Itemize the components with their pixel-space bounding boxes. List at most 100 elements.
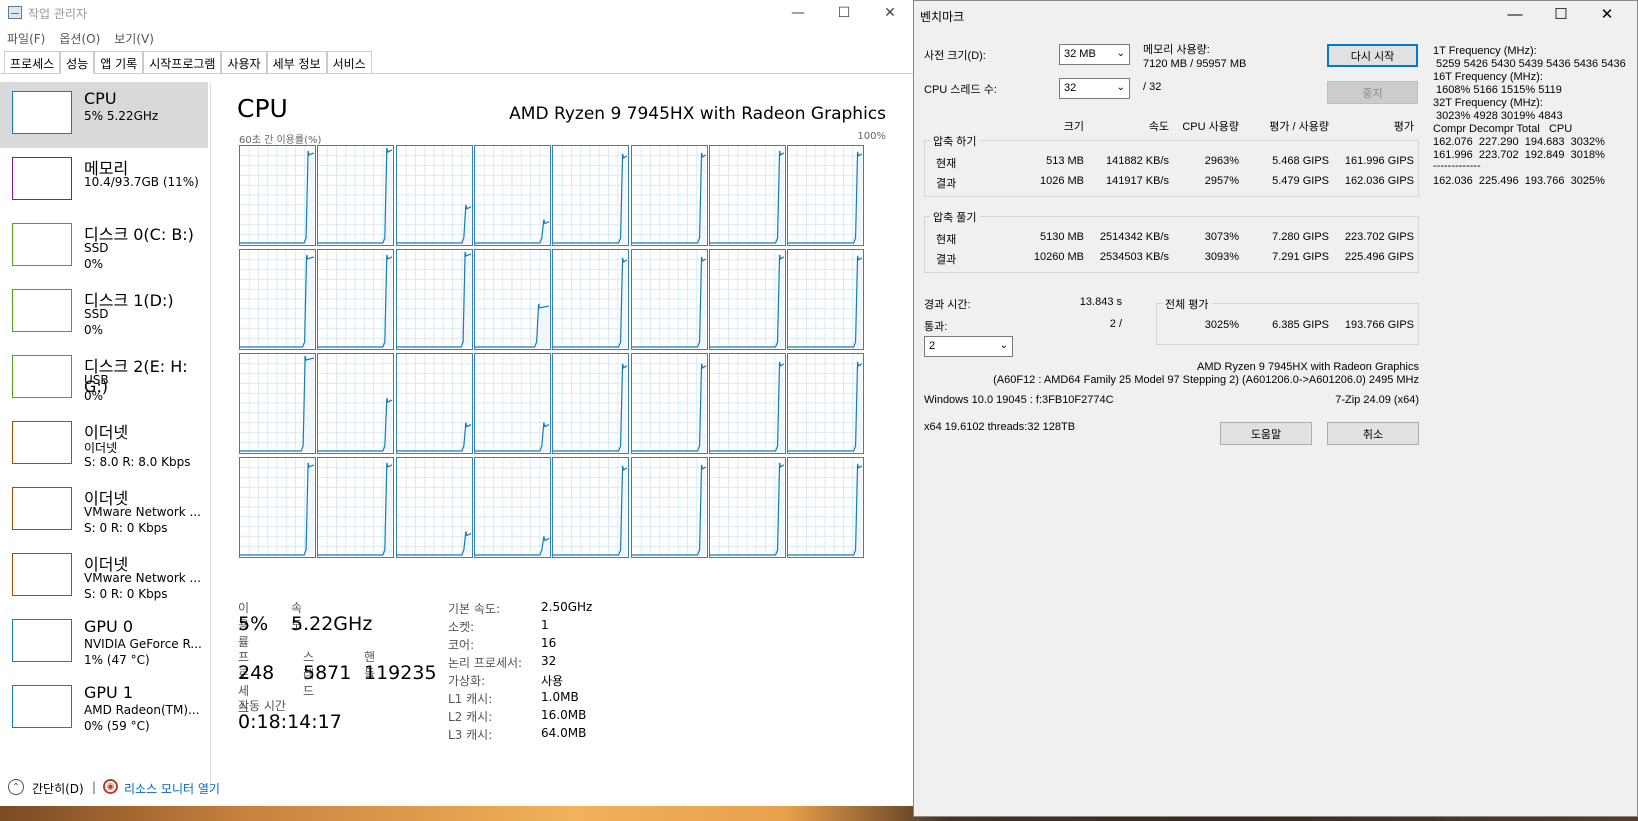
window-title: 벤치마크 bbox=[920, 10, 965, 24]
cpu-usage-chart bbox=[474, 250, 550, 348]
logical-processor-grid bbox=[239, 145, 891, 560]
logical-processor-graph bbox=[708, 353, 786, 454]
cpu-usage-chart bbox=[631, 146, 706, 244]
logical-processor-graph bbox=[552, 249, 630, 350]
sidebar-item[interactable]: 메모리 10.4/93.7GB (11%) bbox=[0, 148, 208, 214]
spec-label: 소켓: bbox=[448, 620, 475, 634]
sidebar-item[interactable]: GPU 0 NVIDIA GeForce R... 1% (47 °C) bbox=[0, 610, 208, 676]
frequency-line: 5259 5426 5430 5439 5436 5436 5436 bbox=[1433, 58, 1626, 70]
maximize-icon[interactable]: ☐ bbox=[821, 0, 867, 26]
maximize-icon[interactable]: ☐ bbox=[1538, 1, 1584, 27]
cpu-usage-chart bbox=[240, 146, 315, 244]
title-bar[interactable]: 작업 관리자 — ☐ ✕ bbox=[0, 0, 914, 26]
close-icon[interactable]: ✕ bbox=[1584, 1, 1630, 27]
cpu-threads-select[interactable]: 32 ⌄ bbox=[1059, 78, 1130, 99]
cpu-usage-chart bbox=[709, 250, 785, 348]
fewer-details-link[interactable]: 간단히(D) bbox=[32, 780, 84, 797]
resource-monitor-link[interactable]: 리소스 모니터 열기 bbox=[124, 780, 220, 797]
menu-options[interactable]: 옵션(O) bbox=[52, 27, 107, 47]
chart-axis-max: 100% bbox=[857, 131, 886, 142]
tab-performance[interactable]: 성능 bbox=[60, 51, 95, 74]
logical-processor-graph bbox=[708, 249, 786, 350]
zip-version: 7-Zip 24.09 (x64) bbox=[1335, 394, 1419, 406]
stop-button[interactable]: 중지 bbox=[1327, 81, 1418, 104]
cpu-usage-chart bbox=[396, 146, 471, 244]
tab-app-history[interactable]: 앱 기록 bbox=[94, 51, 144, 73]
sidebar-item[interactable]: 이더넷 VMware Network ... S: 0 R: 0 Kbps bbox=[0, 478, 208, 544]
tab-users[interactable]: 사용자 bbox=[221, 51, 267, 73]
logical-processor-graph bbox=[708, 457, 786, 558]
sidebar-item[interactable]: 디스크 2(E: H: G:) USB 0% bbox=[0, 346, 208, 412]
passes-value: 2 / bbox=[1109, 318, 1122, 330]
result-rating: 223.702 GIPS bbox=[1344, 231, 1414, 243]
sidebar-item[interactable]: 이더넷 이더넷 S: 8.0 R: 8.0 Kbps bbox=[0, 412, 208, 478]
logical-processor-graph bbox=[473, 457, 551, 558]
sidebar-item[interactable]: 이더넷 VMware Network ... S: 0 R: 0 Kbps bbox=[0, 544, 208, 610]
passes-select[interactable]: 2 ⌄ bbox=[924, 336, 1013, 357]
logical-processor-graph bbox=[630, 353, 708, 454]
sidebar-item-detail: SSD bbox=[84, 241, 109, 255]
chart-axis-label: 60초 간 이용률(%) bbox=[239, 135, 322, 146]
cpu-usage-chart bbox=[396, 354, 471, 452]
sidebar-item[interactable]: 디스크 1(D:) SSD 0% bbox=[0, 280, 208, 346]
logical-processor-graph bbox=[552, 145, 630, 246]
tab-startup[interactable]: 시작프로그램 bbox=[143, 51, 222, 73]
logical-processor-graph bbox=[552, 457, 630, 558]
logical-processor-graph bbox=[317, 353, 395, 454]
sidebar-thumbnail bbox=[12, 223, 72, 266]
result-rating: 225.496 GIPS bbox=[1344, 251, 1414, 263]
spec-row: L1 캐시: 1.0MB bbox=[448, 690, 592, 708]
resource-monitor-icon[interactable]: ◉ bbox=[103, 779, 118, 794]
spec-value: 64.0MB bbox=[541, 726, 587, 740]
cpu-usage-chart bbox=[318, 250, 393, 348]
spec-label: L3 캐시: bbox=[448, 728, 493, 742]
dictionary-size-select[interactable]: 32 MB ⌄ bbox=[1059, 44, 1130, 65]
sidebar-item-detail: 10.4/93.7GB (11%) bbox=[84, 175, 199, 189]
sidebar-thumbnail bbox=[12, 421, 72, 464]
sidebar-item-detail: AMD Radeon(TM)... bbox=[84, 703, 200, 717]
tab-details[interactable]: 세부 정보 bbox=[266, 51, 327, 73]
spec-value: 16 bbox=[541, 636, 557, 650]
sidebar-item-detail: 이더넷 bbox=[84, 441, 118, 455]
logical-processor-graph bbox=[630, 457, 708, 558]
sidebar-item[interactable]: GPU 1 AMD Radeon(TM)... 0% (59 °C) bbox=[0, 676, 208, 742]
chevron-up-icon[interactable]: ⌃ bbox=[8, 779, 24, 795]
tab-bar: 프로세스 성능 앱 기록 시작프로그램 사용자 세부 정보 서비스 bbox=[0, 51, 914, 74]
restart-button[interactable]: 다시 시작 bbox=[1327, 44, 1418, 67]
menu-view[interactable]: 보기(V) bbox=[107, 27, 161, 47]
cancel-button[interactable]: 취소 bbox=[1327, 422, 1419, 445]
sidebar-item[interactable]: CPU 5% 5.22GHz bbox=[0, 82, 208, 148]
result-speed: 2514342 KB/s bbox=[1099, 231, 1169, 243]
logical-processor-graph bbox=[395, 353, 473, 454]
result-label: 결과 bbox=[936, 178, 957, 190]
spec-row: 기본 속도: 2.50GHz bbox=[448, 600, 592, 618]
cpu-usage-chart bbox=[474, 146, 550, 244]
result-size: 10260 MB bbox=[1033, 251, 1084, 263]
cpu-usage-chart bbox=[631, 458, 706, 556]
logical-processor-graph bbox=[708, 145, 786, 246]
memory-usage-value: 7120 MB / 95957 MB bbox=[1143, 58, 1247, 70]
memory-usage-label: 메모리 사용량: bbox=[1143, 44, 1210, 56]
cpu-usage-chart bbox=[318, 146, 393, 244]
logical-processor-graph bbox=[239, 353, 316, 454]
frequency-line: 3023% 4928 3019% 4843 bbox=[1433, 110, 1563, 122]
passes-select-value: 2 bbox=[929, 340, 936, 352]
sidebar-item[interactable]: 디스크 0(C: B:) SSD 0% bbox=[0, 214, 208, 280]
result-cpu: 2963% bbox=[1204, 155, 1239, 167]
spec-row: L3 캐시: 64.0MB bbox=[448, 726, 592, 744]
logical-processor-graph bbox=[239, 145, 316, 246]
logical-processor-graph bbox=[239, 457, 316, 558]
spec-row: 논리 프로세서: 32 bbox=[448, 654, 592, 672]
help-button[interactable]: 도움말 bbox=[1220, 422, 1312, 445]
chevron-down-icon: ⌄ bbox=[999, 340, 1008, 351]
menu-file[interactable]: 파일(F) bbox=[0, 27, 52, 47]
tab-processes[interactable]: 프로세스 bbox=[4, 51, 61, 73]
task-manager-icon bbox=[8, 6, 22, 19]
tab-services[interactable]: 서비스 bbox=[326, 51, 372, 73]
close-icon[interactable]: ✕ bbox=[867, 0, 913, 26]
dictionary-size-label: 사전 크기(D): bbox=[924, 50, 986, 62]
minimize-icon[interactable]: — bbox=[775, 0, 821, 26]
result-label: 현재 bbox=[936, 158, 957, 170]
minimize-icon[interactable]: — bbox=[1492, 1, 1538, 27]
spec-value: 1 bbox=[541, 618, 549, 632]
